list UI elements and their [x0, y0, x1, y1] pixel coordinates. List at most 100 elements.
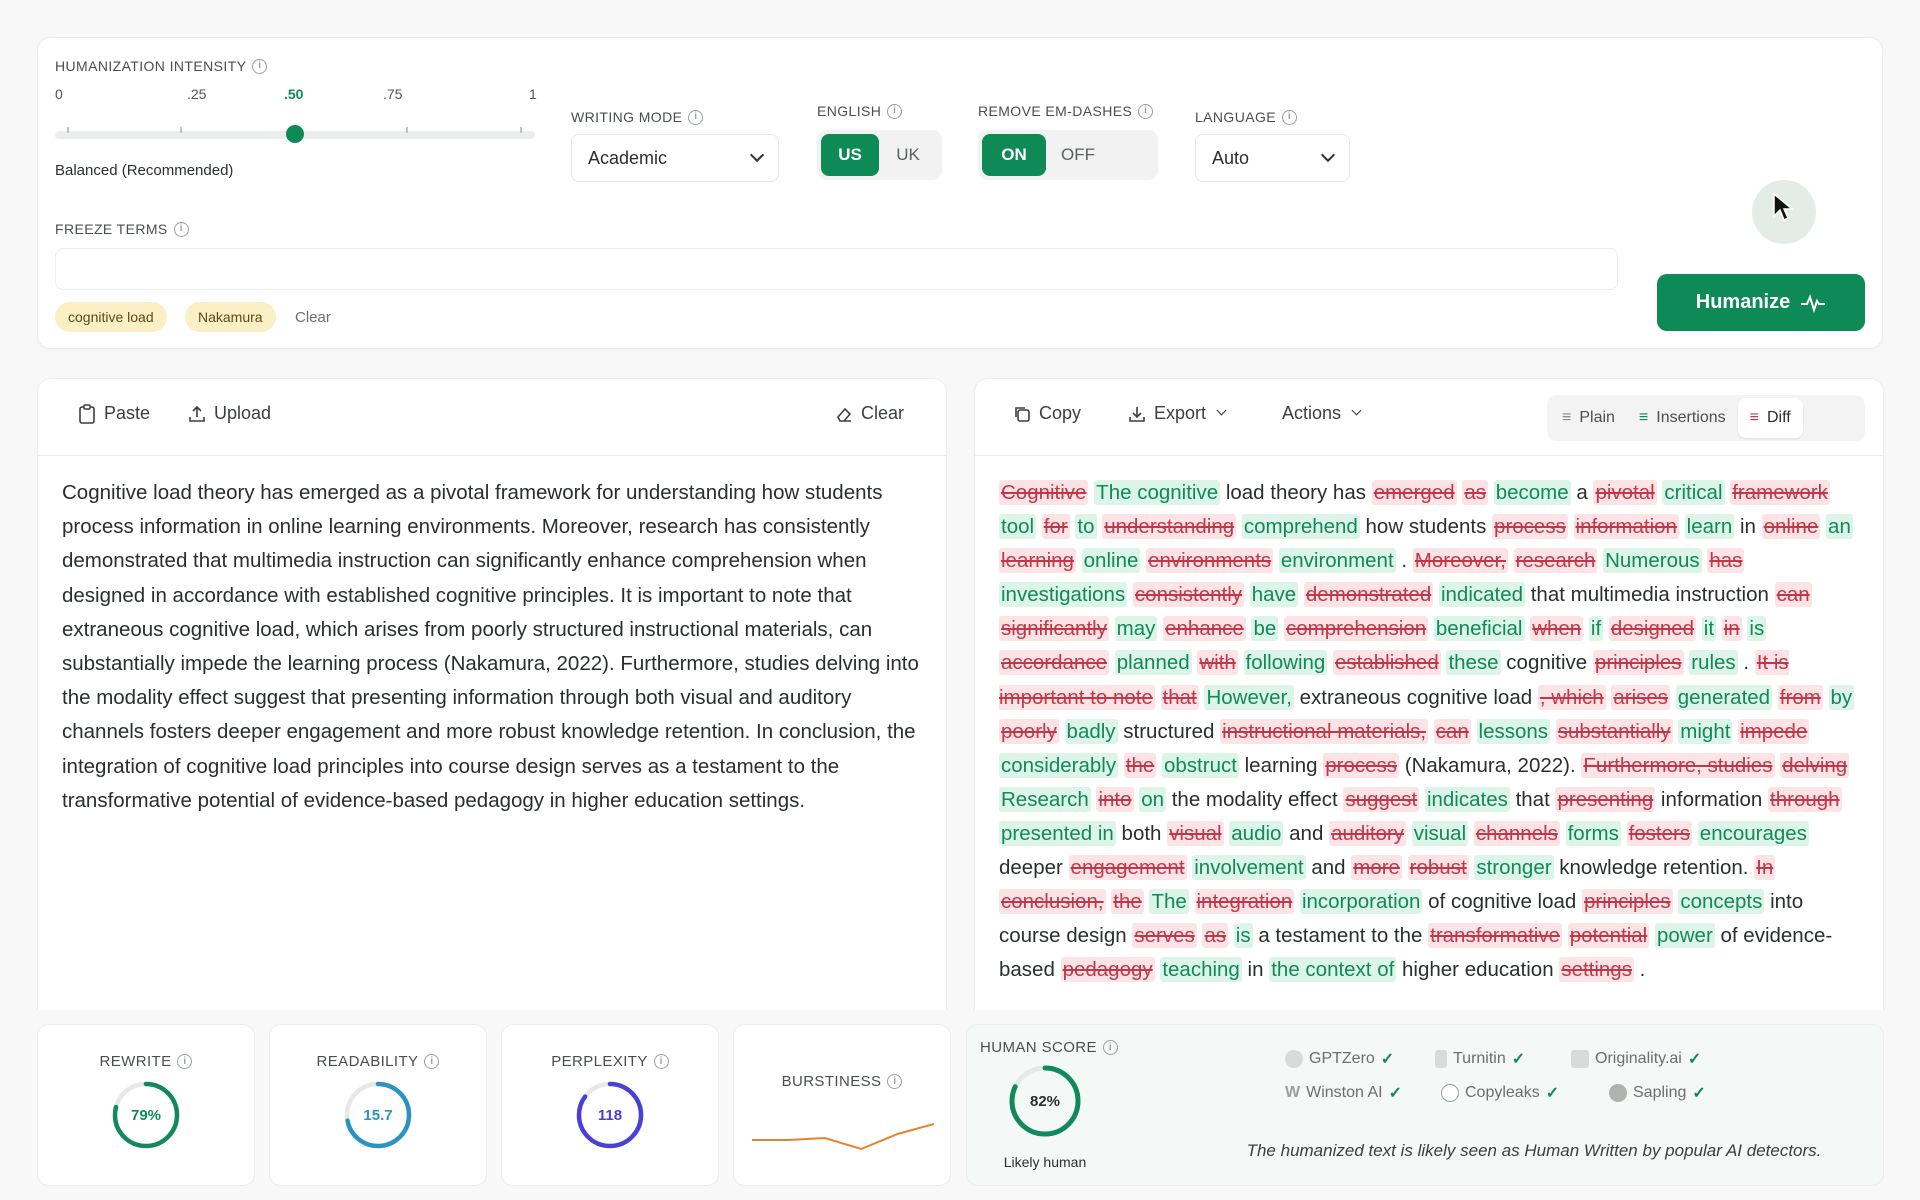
- emdash-toggle: ON OFF: [978, 130, 1158, 180]
- deleted-word: substantially: [1555, 718, 1673, 744]
- inserted-word: comprehend: [1241, 514, 1360, 540]
- deleted-word: conclusion,: [999, 889, 1106, 915]
- ring-value: 118: [597, 1106, 623, 1124]
- turnitin-icon: [1435, 1050, 1447, 1068]
- view-plain-option[interactable]: ≡ Plain: [1550, 398, 1627, 438]
- rewrite-label-text: REWRITE: [99, 1053, 172, 1070]
- copy-button[interactable]: Copy: [1013, 403, 1081, 424]
- inserted-word: might: [1678, 718, 1733, 744]
- info-icon[interactable]: i: [173, 221, 189, 237]
- upload-button[interactable]: Upload: [188, 403, 271, 424]
- deleted-word: established: [1333, 650, 1441, 676]
- human-score-label: HUMAN SCORE i: [980, 1039, 1118, 1056]
- language-select[interactable]: Auto: [1195, 134, 1350, 182]
- detector-name: Copyleaks: [1465, 1084, 1540, 1101]
- ring-value: 79%: [130, 1106, 162, 1124]
- humanize-button-label: Humanize: [1695, 291, 1791, 313]
- rewrite-label: REWRITE i: [38, 1053, 254, 1070]
- info-icon[interactable]: i: [887, 103, 903, 119]
- english-us-option[interactable]: US: [821, 134, 879, 176]
- paste-button[interactable]: Paste: [78, 403, 150, 424]
- unchanged-word: information: [1660, 787, 1763, 811]
- slider-thumb[interactable]: [286, 125, 304, 143]
- unchanged-word: multimedia instruction: [1570, 583, 1769, 607]
- deleted-word: serves: [1132, 923, 1197, 949]
- export-button[interactable]: Export: [1128, 403, 1227, 424]
- info-icon[interactable]: i: [887, 1074, 903, 1089]
- writing-mode-select[interactable]: Academic: [571, 134, 779, 182]
- deleted-word: accordance: [999, 650, 1109, 676]
- clear-terms-button[interactable]: Clear: [295, 309, 331, 326]
- unchanged-word: .: [1401, 549, 1408, 573]
- info-icon[interactable]: i: [177, 1054, 193, 1069]
- tick-label-active: .50: [284, 86, 304, 102]
- emdash-off-option[interactable]: OFF: [1046, 134, 1110, 176]
- unchanged-word: and: [1289, 821, 1324, 845]
- freeze-term-chip[interactable]: Nakamura: [185, 302, 276, 332]
- deleted-word: transformative: [1428, 923, 1563, 949]
- paste-label: Paste: [104, 403, 151, 423]
- deleted-word: research: [1513, 548, 1598, 574]
- input-textarea[interactable]: Cognitive load theory has emerged as a p…: [38, 456, 946, 838]
- deleted-word: pivotal: [1593, 480, 1657, 505]
- unchanged-word: load theory has: [1225, 481, 1366, 504]
- freeze-term-chip[interactable]: cognitive load: [55, 302, 167, 332]
- deleted-word: significantly: [999, 616, 1109, 642]
- detector-name: Winston AI: [1306, 1084, 1383, 1101]
- burstiness-metric-card: BURSTINESS i: [733, 1024, 951, 1186]
- detector-name: Sapling: [1633, 1084, 1687, 1101]
- english-label-text: ENGLISH: [817, 103, 882, 119]
- inserted-word: The cognitive: [1094, 480, 1221, 505]
- deleted-word: process: [1323, 752, 1400, 778]
- deleted-word: can: [1774, 582, 1812, 608]
- unchanged-word: how students: [1365, 515, 1487, 539]
- view-diff-option[interactable]: ≡ Diff: [1737, 398, 1803, 438]
- inserted-word: rules: [1689, 650, 1738, 676]
- deleted-word: settings: [1559, 957, 1634, 983]
- info-icon[interactable]: i: [1282, 109, 1297, 125]
- unchanged-word: learning: [1244, 753, 1318, 777]
- view-insertions-option[interactable]: ≡ Insertions: [1627, 398, 1738, 438]
- export-label: Export: [1154, 403, 1207, 423]
- chevron-down-icon: [749, 147, 765, 163]
- deleted-word: has: [1707, 548, 1745, 574]
- detector-sapling: Sapling ✓: [1609, 1083, 1706, 1103]
- clear-input-button[interactable]: Clear: [835, 403, 904, 424]
- info-icon[interactable]: i: [688, 109, 704, 125]
- english-uk-option[interactable]: UK: [879, 134, 937, 176]
- freeze-terms-input[interactable]: [55, 248, 1618, 290]
- info-icon[interactable]: i: [424, 1054, 440, 1069]
- inserted-word: the context of: [1269, 957, 1397, 983]
- deleted-word: integration: [1194, 889, 1295, 915]
- inserted-word: obstruct: [1162, 752, 1239, 778]
- tick-label: .75: [383, 86, 403, 102]
- inserted-word: forms: [1565, 820, 1621, 846]
- deleted-word: principles: [1592, 650, 1684, 676]
- perplexity-metric-card: PERPLEXITY i 118: [501, 1024, 719, 1186]
- actions-label: Actions: [1282, 403, 1342, 423]
- inserted-word: encourages: [1697, 820, 1809, 846]
- slider-tick: [520, 127, 522, 133]
- actions-button[interactable]: Actions: [1282, 403, 1362, 424]
- info-icon[interactable]: i: [1138, 103, 1154, 119]
- unchanged-word: .: [1639, 958, 1646, 982]
- humanize-button[interactable]: Humanize: [1657, 274, 1865, 331]
- slider-tick: [406, 127, 408, 133]
- emdash-on-option[interactable]: ON: [982, 134, 1046, 176]
- freeze-terms-label-text: FREEZE TERMS: [55, 221, 168, 237]
- ring-value: 82%: [1029, 1092, 1061, 1110]
- detector-originality: Originality.ai ✓: [1571, 1049, 1701, 1069]
- unchanged-word: .: [1743, 651, 1750, 675]
- check-icon: ✓: [1687, 1051, 1702, 1068]
- inserted-word: tool: [999, 514, 1037, 540]
- info-icon[interactable]: i: [1102, 1040, 1118, 1055]
- deleted-word: engagement: [1068, 855, 1187, 881]
- intensity-slider[interactable]: [55, 125, 535, 143]
- info-icon[interactable]: i: [252, 58, 268, 74]
- unchanged-word: cognitive: [1506, 651, 1588, 675]
- chevron-down-icon: [1351, 405, 1362, 416]
- human-score-ring: 82%: [1009, 1065, 1081, 1142]
- info-icon[interactable]: i: [653, 1054, 669, 1069]
- deleted-word: process: [1492, 514, 1568, 540]
- deleted-word: framework: [1730, 480, 1830, 505]
